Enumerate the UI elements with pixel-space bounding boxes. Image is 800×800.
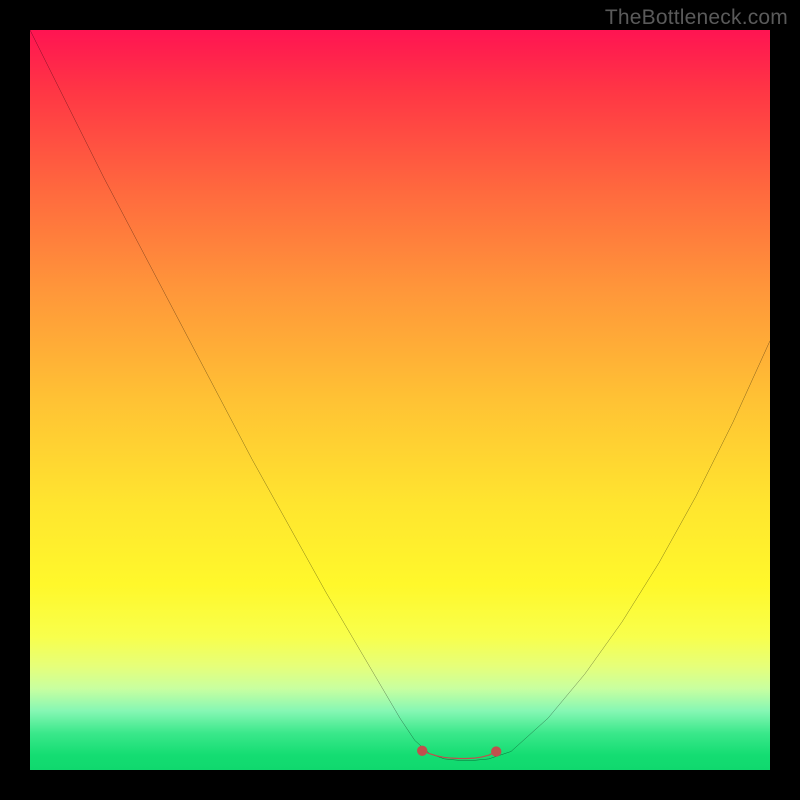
- curve-layer: [30, 30, 770, 770]
- optimal-range-end-dot: [491, 746, 501, 756]
- plot-area: [30, 30, 770, 770]
- optimal-range-marker: [422, 751, 496, 759]
- optimal-range-start-dot: [417, 746, 427, 756]
- chart-frame: TheBottleneck.com: [0, 0, 800, 800]
- watermark-text: TheBottleneck.com: [605, 6, 788, 30]
- bottleneck-curve: [30, 30, 770, 760]
